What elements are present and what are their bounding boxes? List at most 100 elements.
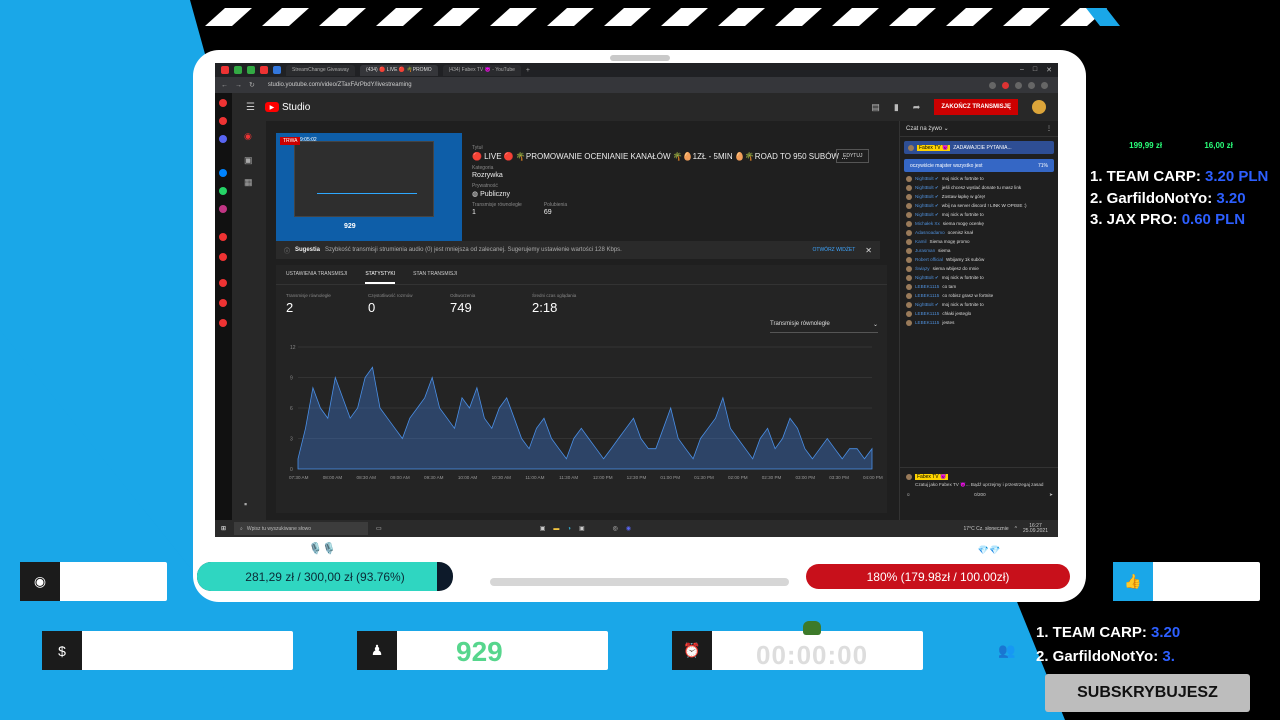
emoji-icon[interactable]: ☺ (906, 492, 911, 498)
donor-amount: 199,99 zł (1129, 141, 1163, 150)
app-icon[interactable] (247, 66, 255, 74)
browser-tab[interactable]: (434) Fabex TV 😈 - YouTube (442, 64, 521, 76)
app-icon[interactable]: ◎ (613, 525, 618, 532)
tray-icon[interactable]: ^ (1015, 526, 1017, 532)
privacy-value: ◍ Publiczny (472, 190, 832, 198)
gear-icon[interactable] (219, 319, 227, 327)
char-counter: 0/200 (974, 492, 986, 497)
bookmark-icon[interactable]: ▮ (894, 102, 899, 113)
y-tick-label: 9 (290, 376, 293, 382)
stats-row: Transmisje równoległe 2 Częstotliwość roz… (286, 293, 614, 315)
forward-icon[interactable]: → (235, 82, 242, 89)
avatar[interactable] (1032, 100, 1046, 114)
whatsapp-icon[interactable] (219, 187, 227, 195)
live-icon[interactable]: ◉ (244, 131, 252, 142)
chat-input[interactable]: Fabex TV 😈 Czatuj jako Fabex TV 😈... Bąd… (900, 467, 1058, 507)
extension-icon[interactable] (1002, 81, 1009, 89)
info-icon: ⓘ (284, 248, 291, 255)
calendar-icon[interactable]: ▦ (244, 177, 253, 188)
taskview-icon[interactable]: ▭ (376, 525, 382, 532)
laptop-notch (610, 55, 670, 61)
chat-author: Jurasman (915, 248, 936, 253)
chat-author: NightBolt ✔ (915, 275, 939, 280)
maximize-icon[interactable]: □ (1033, 66, 1037, 74)
tab-settings[interactable]: USTAWIENIA TRANSMISJI (286, 271, 347, 284)
app-icon[interactable] (234, 66, 242, 74)
app-icon[interactable] (219, 233, 227, 241)
youtube-logo-icon[interactable]: ▶ (264, 102, 279, 112)
camera-icon[interactable]: ▣ (244, 155, 253, 166)
suggestion-text: Szybkość transmisji strumienia audio (0)… (325, 247, 622, 253)
reload-icon[interactable]: ↻ (249, 81, 255, 89)
chat-author: NightBolt ✔ (915, 203, 939, 208)
os-sidebar (215, 93, 232, 520)
back-icon[interactable]: ← (221, 82, 228, 89)
search-input[interactable]: ⌕ Wpisz tu wyszukiwane słowo (234, 522, 369, 535)
edit-button[interactable]: EDYTUJ (836, 149, 870, 163)
donor-name: 3.MI (1235, 141, 1251, 150)
weather-text: 17°C Cz. słonecznie (963, 525, 1009, 532)
concurrent-label: Transmisje równoległe (472, 202, 522, 208)
chat-message: Świązy siema wbijesz do mnie (906, 266, 1052, 272)
poll-banner[interactable]: oczywiście majster wszystko jest 71% (904, 159, 1054, 172)
end-stream-button[interactable]: ZAKOŃCZ TRANSMISJĘ (934, 99, 1018, 115)
chat-message: Jurasman siema (906, 248, 1052, 254)
ticker-row: 2. GarfildoNotYo: 3. (1036, 648, 1175, 665)
chat-author: NightBolt ✔ (915, 176, 939, 181)
folder-icon[interactable]: ▬ (553, 526, 559, 532)
extension-icon[interactable] (989, 81, 996, 89)
new-tab-icon[interactable]: + (526, 67, 530, 74)
tab-statistics[interactable]: STATYSTYKI (365, 271, 396, 284)
app-icon[interactable]: ▣ (540, 525, 546, 532)
share-icon[interactable]: ➦ (913, 102, 921, 113)
stream-preview[interactable]: TRWA 9:05:02 929 (276, 133, 462, 241)
feedback-icon[interactable]: ▪ (244, 499, 247, 509)
app-icon[interactable]: ▣ (579, 525, 585, 532)
x-tick-label: 09:30 AM (424, 475, 444, 480)
studio-title: Studio (281, 101, 311, 113)
app-icon[interactable] (219, 99, 227, 107)
profile-icon[interactable] (1041, 81, 1048, 89)
stat-label: Odtworzenia (450, 293, 476, 298)
extension-icon[interactable] (1028, 81, 1035, 89)
ticker-name: 2. GarfildoNotYo: (1036, 648, 1159, 665)
edge-icon[interactable]: ◑ (567, 526, 571, 532)
avatar (906, 311, 912, 317)
app-icon[interactable] (221, 66, 229, 74)
donor-amount: 16,00 zł (1204, 141, 1233, 150)
chat-author: LEBEK1115 (915, 284, 940, 289)
clock-icon[interactable] (219, 279, 227, 287)
rank-name: 2. GarfildoNotYo: (1090, 190, 1213, 207)
more-icon[interactable]: ⋮ (1046, 125, 1052, 132)
chat-text: jeśli chcesz wyslać donate tu masz link (941, 185, 1022, 190)
browser-tab[interactable]: (434) 🔴 LIVE 🔴 🌴PROMO (359, 64, 438, 76)
url-input[interactable]: studio.youtube.com/video/ZTaxFArPbdY/liv… (268, 82, 412, 88)
discord-icon[interactable] (219, 135, 227, 143)
tab-health[interactable]: STAN TRANSMISJI (413, 271, 457, 284)
messenger-icon[interactable] (219, 169, 227, 177)
close-icon[interactable]: ✕ (865, 246, 872, 255)
chat-icon[interactable]: ▤ (871, 102, 880, 113)
instagram-icon[interactable] (219, 205, 227, 213)
chat-text: ocenisz knał (947, 230, 973, 235)
metric-dropdown[interactable]: Transmisje równoległe ⌄ (770, 321, 878, 333)
menu-icon[interactable]: ☰ (246, 102, 255, 113)
pinned-text: ZADAWAJCIE PYTANIA... (953, 144, 1012, 151)
windows-icon[interactable]: ⊞ (221, 525, 226, 532)
extension-icon[interactable] (1015, 81, 1022, 89)
open-widget-link[interactable]: OTWÓRZ WIDŻET (813, 247, 856, 253)
send-icon[interactable]: ➤ (1049, 492, 1053, 498)
app-icon[interactable] (273, 66, 281, 74)
chat-message: Kamil Siema mogę promo (906, 239, 1052, 245)
browser-tab[interactable]: StreamChange Giveaway (286, 64, 355, 76)
app-icon[interactable] (219, 117, 227, 125)
app-icon[interactable] (260, 66, 268, 74)
pinned-message[interactable]: Fabex TV 😈 ZADAWAJCIE PYTANIA... (904, 141, 1054, 154)
minimize-icon[interactable]: – (1020, 66, 1024, 74)
close-icon[interactable]: ✕ (1046, 66, 1052, 74)
x-tick-label: 08:00 AM (323, 475, 343, 480)
cube-icon[interactable] (219, 299, 227, 307)
discord-icon[interactable]: ◉ (626, 525, 631, 532)
suggestion-title: Sugestia (295, 247, 321, 253)
play-icon[interactable] (219, 253, 227, 261)
